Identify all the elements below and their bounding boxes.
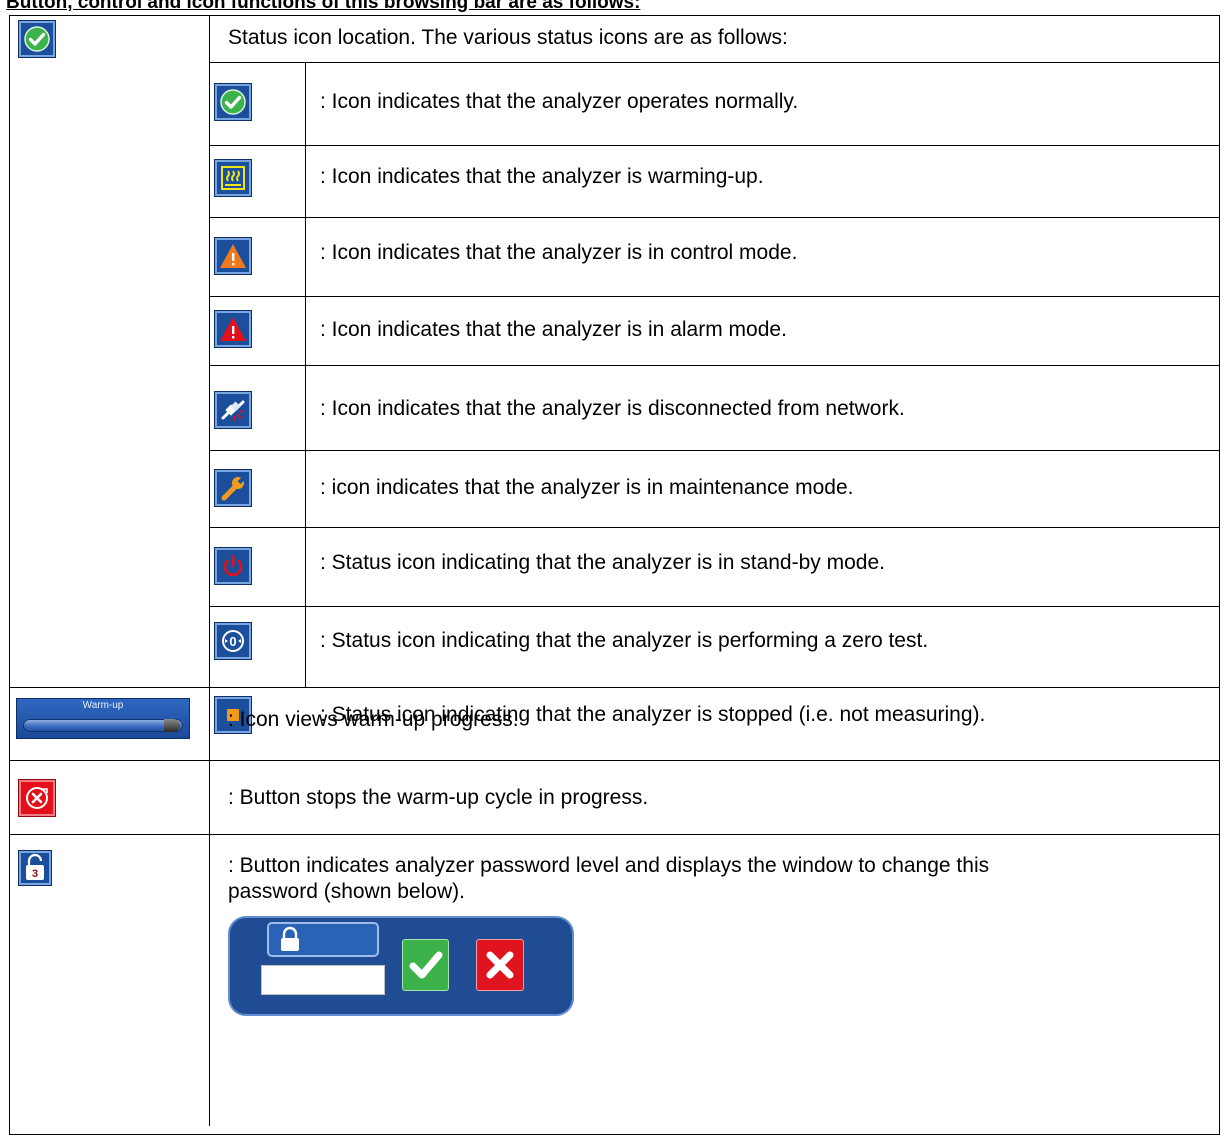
row-divider <box>209 62 1220 63</box>
row-divider <box>209 296 1220 297</box>
power-icon <box>215 548 251 584</box>
row-divider <box>209 527 1220 528</box>
close-icon <box>486 951 514 979</box>
row-divider <box>209 145 1220 146</box>
password-change-window <box>228 916 574 1016</box>
zero-test-icon: 0 <box>215 623 251 659</box>
warmup-progress-end <box>163 719 180 732</box>
warmup-progress-bar: Warm-up <box>16 698 190 739</box>
warmup-track <box>23 719 183 732</box>
status-row-text: : Icon indicates that the analyzer opera… <box>320 90 799 113</box>
password-level-box <box>267 922 379 957</box>
cancel-button[interactable] <box>476 939 524 991</box>
row-divider <box>9 687 1220 688</box>
status-row-text: : Icon indicates that the analyzer is in… <box>320 318 787 341</box>
status-row-text: : Status icon indicating that the analyz… <box>320 551 885 574</box>
row-divider <box>209 606 1220 607</box>
confirm-button[interactable] <box>402 939 449 991</box>
disconnected-plug-icon <box>215 392 251 428</box>
status-row-text: : Status icon indicating that the analyz… <box>320 629 929 652</box>
row-divider <box>209 450 1220 451</box>
wrench-icon <box>215 470 251 506</box>
status-location-check-icon <box>19 21 55 57</box>
heat-waves-icon <box>215 160 251 196</box>
row-divider <box>9 834 1220 835</box>
stop-cycle-icon[interactable] <box>19 780 55 816</box>
password-input[interactable] <box>261 965 385 995</box>
page-heading: Button, control and icon functions of th… <box>6 0 641 13</box>
password-text-line1: : Button indicates analyzer password lev… <box>228 854 990 877</box>
status-row-text: : icon indicates that the analyzer is in… <box>320 476 854 499</box>
lock-icon <box>281 926 299 951</box>
check-circle-icon <box>215 84 251 120</box>
row-divider <box>209 365 1220 366</box>
svg-text:0: 0 <box>229 634 236 649</box>
checkmark-icon <box>409 951 443 979</box>
red-warning-triangle-icon <box>215 311 251 347</box>
stop-warmup-text: : Button stops the warm-up cycle in prog… <box>228 786 649 809</box>
status-row-text: : Icon indicates that the analyzer is in… <box>320 241 798 264</box>
inner-column-divider <box>305 62 306 687</box>
column-divider <box>209 15 210 1126</box>
status-intro-text: Status icon location. The various status… <box>228 26 788 49</box>
warmup-label: Warm-up <box>82 700 124 711</box>
status-row-text: : Icon indicates that the analyzer is di… <box>320 397 905 420</box>
row-divider <box>209 217 1220 218</box>
row-divider <box>9 760 1220 761</box>
status-row-text: : Icon indicates that the analyzer is wa… <box>320 165 764 188</box>
orange-warning-triangle-icon <box>215 238 251 274</box>
password-text-line2: password (shown below). <box>228 880 465 903</box>
warmup-text: : Icon views warm-up progress. <box>228 708 519 731</box>
unlocked-padlock-icon[interactable]: 3 <box>19 851 51 885</box>
password-level: 3 <box>32 868 38 880</box>
